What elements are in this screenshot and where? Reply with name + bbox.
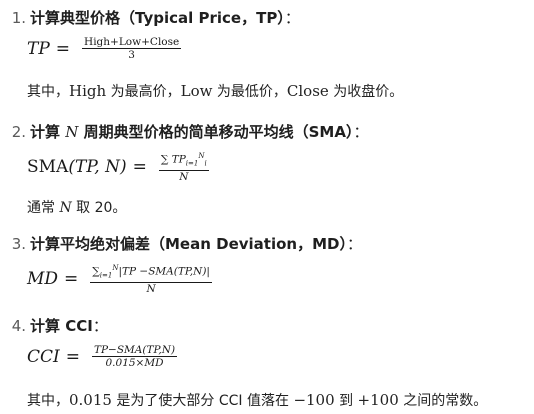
fraction-denominator: 3 (128, 49, 135, 61)
step-title: 计算典型价格（Typical Price，TP） (30, 9, 285, 27)
fraction: ∑i=1N|TP −SMA(TP,N)| N (90, 262, 212, 296)
formula-tp: TP = High+Low+Close 3 (27, 36, 182, 62)
fraction-denominator: N (179, 170, 189, 183)
step-2-note: 通常 N 取 20。 (27, 198, 126, 218)
formula-lhs: MD (27, 268, 59, 289)
step-colon: ： (346, 235, 362, 253)
step-4-heading: 4. 计算 CCI： (0, 316, 108, 336)
formula-cci: CCI = TP−SMA(TP,N) 0.015×MD (27, 344, 178, 370)
fraction: ∑ TPi=1Ni N (158, 150, 209, 184)
note-term-high: High (69, 82, 107, 100)
summation-symbol: ∑ (92, 265, 100, 278)
formula-lhs: TP (27, 39, 50, 59)
formula-lhs-args: (TP, N) (68, 156, 127, 177)
step-number: 1. (11, 9, 26, 27)
note-term-close: Close (286, 82, 329, 100)
step-colon: ： (284, 9, 300, 27)
equals-sign: = (64, 268, 79, 289)
fraction-numerator: TP−SMA(TP,N) (91, 344, 178, 357)
note-text: 为最高价， (106, 84, 181, 100)
summation-text: |TP −SMA(TP,N)| (118, 265, 210, 278)
note-text: 为收盘价。 (328, 84, 404, 100)
fraction-numerator: High+Low+Close (82, 36, 182, 49)
note-constant: 0.015 (69, 391, 112, 409)
step-1-note: 其中，High 为最高价，Low 为最低价，Close 为收盘价。 (27, 81, 403, 102)
note-text: 其中， (27, 84, 69, 100)
step-number: 4. (11, 317, 26, 335)
note-text: 是为了使大部分 CCI 值落在 (111, 393, 294, 409)
fraction-numerator: ∑i=1N|TP −SMA(TP,N)| (90, 262, 212, 283)
equals-sign: = (65, 347, 80, 367)
note-range-low: −100 (293, 391, 335, 409)
step-title: 计算 (30, 123, 66, 141)
sum-lower: i=1 (99, 271, 113, 280)
equals-sign: = (55, 39, 71, 59)
sum-lower: i=1 (185, 159, 199, 168)
step-1-heading: 1. 计算典型价格（Typical Price，TP）： (0, 8, 300, 28)
note-text: 到 (334, 393, 358, 409)
note-text: 取 20。 (71, 200, 127, 216)
step-title: 计算平均绝对偏差（Mean Deviation，MD） (30, 235, 347, 253)
step-title: 计算 CCI (30, 317, 93, 335)
fraction: High+Low+Close 3 (82, 36, 182, 62)
step-title: 周期典型价格的简单移动平均线（SMA） (78, 123, 354, 141)
fraction: TP−SMA(TP,N) 0.015×MD (91, 344, 178, 370)
step-colon: ： (92, 317, 108, 335)
formula-lhs-function: SMA (27, 156, 69, 177)
step-title-variable: N (65, 123, 79, 141)
note-term-low: Low (180, 82, 213, 100)
step-number: 2. (11, 123, 26, 141)
note-text: 之间的常数。 (398, 393, 488, 409)
step-4-note: 其中，0.015 是为了使大部分 CCI 值落在 −100 到 +100 之间的… (27, 390, 487, 411)
equals-sign: = (132, 156, 147, 177)
step-colon: ： (353, 123, 369, 141)
step-number: 3. (11, 235, 26, 253)
sub-index: i (204, 159, 207, 168)
step-2-heading: 2. 计算 N 周期典型价格的简单移动平均线（SMA）： (0, 122, 369, 142)
fraction-numerator: ∑ TPi=1Ni (158, 150, 209, 171)
fraction-denominator: 0.015×MD (105, 357, 164, 369)
note-text: 其中， (27, 393, 69, 409)
note-range-high: +100 (357, 391, 399, 409)
fraction-denominator: N (146, 282, 156, 295)
formula-sma: SMA (TP, N) = ∑ TPi=1Ni N (27, 150, 209, 184)
note-text: 为最低价， (212, 84, 287, 100)
formula-lhs: CCI (27, 347, 60, 367)
step-3-heading: 3. 计算平均绝对偏差（Mean Deviation，MD）： (0, 234, 362, 254)
formula-md: MD = ∑i=1N|TP −SMA(TP,N)| N (27, 262, 212, 296)
summation-text: ∑ TP (160, 153, 186, 166)
note-text: 通常 (27, 200, 60, 216)
note-variable: N (59, 200, 72, 216)
